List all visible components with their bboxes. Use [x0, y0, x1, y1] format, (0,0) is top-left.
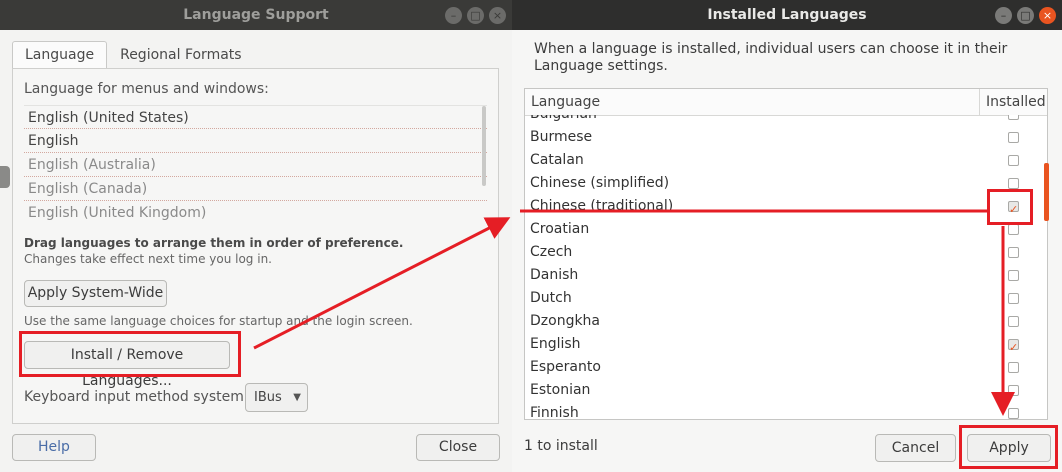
- annotation-arrows: [253, 209, 1015, 416]
- arrow-to-table: [253, 217, 511, 350]
